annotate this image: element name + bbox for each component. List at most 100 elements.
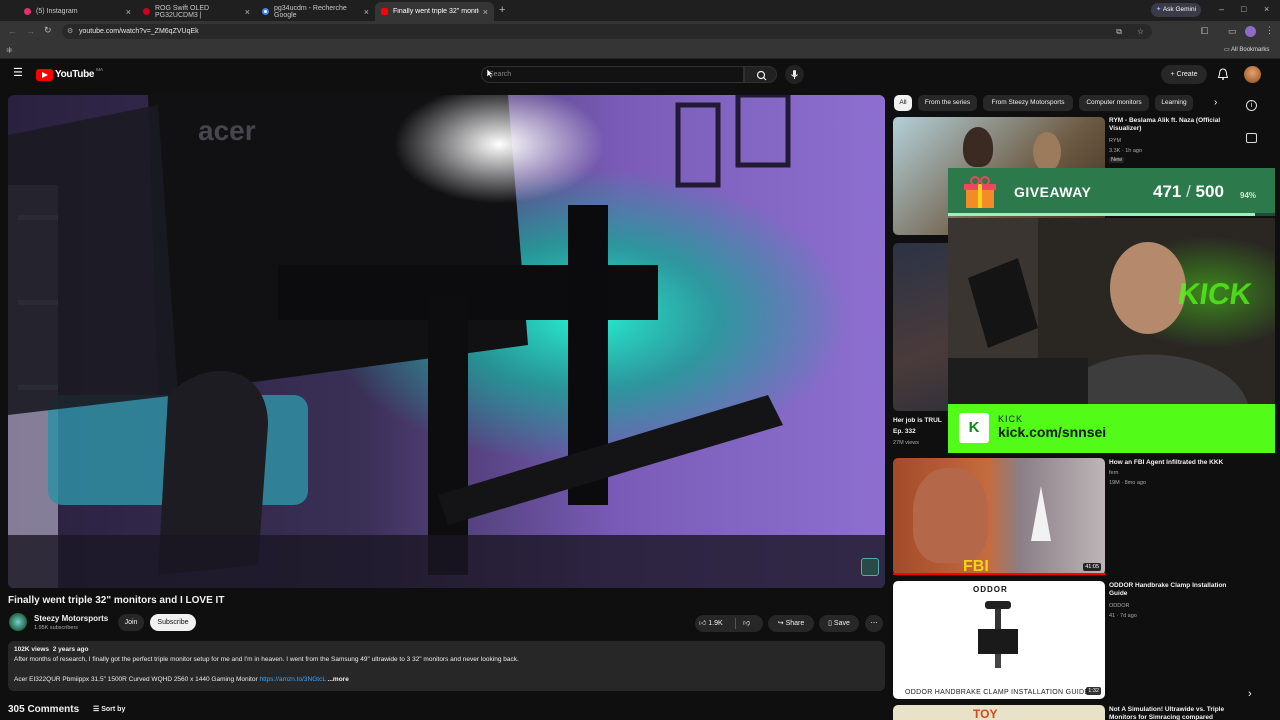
recommended-channel[interactable]: RYM (1109, 138, 1121, 144)
recommended-title[interactable]: Her job is TRUL (893, 417, 953, 425)
rog-favicon-icon (143, 8, 150, 15)
apps-grid-icon[interactable]: ⁜ (6, 46, 13, 55)
close-tab-icon[interactable]: × (245, 7, 250, 17)
recommended-meta: 27M views (893, 440, 919, 446)
thumbs-up-icon: 👍︎ (699, 620, 709, 627)
channel-name[interactable]: Steezy Motorsports (34, 614, 108, 623)
recommended-thumbnail[interactable]: FBI 41:05 (893, 458, 1105, 575)
like-button[interactable]: 👍︎ 1.9K (699, 620, 723, 627)
streamer-webcam-overlay: KICK (948, 218, 1275, 404)
close-tab-icon[interactable]: × (364, 7, 369, 17)
thumbnail-figure (1033, 132, 1061, 172)
reload-icon[interactable]: ↻ (44, 26, 52, 35)
microphone-icon (791, 70, 798, 79)
tab-label: pg34ucdm - Recherche Google (274, 4, 347, 19)
show-more-link[interactable]: ...more (328, 676, 349, 683)
recommended-channel[interactable]: fern (1109, 470, 1118, 476)
recommended-title[interactable]: Not A Simulation! Ultrawide vs. Triple M… (1109, 706, 1229, 720)
hamburger-menu-icon[interactable]: ☰ (13, 68, 23, 79)
forward-icon[interactable]: → (26, 27, 35, 36)
user-avatar[interactable] (1244, 66, 1261, 83)
channel-avatar[interactable] (9, 613, 27, 631)
address-bar[interactable]: ⚙ youtube.com/watch?v=_ZM6qZVUqEk ⧉ ☆ (62, 24, 1152, 39)
cast-icon[interactable]: ▭ (1228, 27, 1237, 36)
close-tab-icon[interactable]: × (126, 7, 131, 17)
sort-by-button[interactable]: ☰ Sort by (93, 705, 125, 713)
recommended-thumbnail[interactable]: TOY (893, 705, 1105, 720)
create-button[interactable]: + Create (1161, 65, 1207, 84)
all-bookmarks-button[interactable]: ▭ All Bookmarks (1224, 46, 1269, 53)
site-info-icon[interactable]: ⚙ (67, 24, 73, 39)
save-button[interactable]: ▯ Save (819, 615, 859, 632)
thumbnail-face (913, 468, 988, 563)
mouse-cursor-icon (487, 69, 493, 78)
voice-search-button[interactable] (785, 65, 804, 84)
recommended-meta: 3.3K · 1h ago (1109, 148, 1143, 154)
kick-banner-overlay: K KICK kick.com/snnsei (948, 404, 1275, 453)
ask-gemini-button[interactable]: ✦ Ask Gemini (1151, 3, 1201, 17)
tab-rog-swift[interactable]: ROG Swift OLED PG32UCDM3 | × (137, 2, 256, 21)
country-code: MA (96, 67, 103, 72)
close-tab-icon[interactable]: × (483, 7, 488, 17)
more-actions-button[interactable]: ⋯ (865, 615, 883, 632)
thumbnail-caption: ODDOR HANDBRAKE CLAMP INSTALLATION GUIDE (905, 689, 1090, 696)
install-app-icon[interactable]: ⧉ (1116, 24, 1122, 39)
info-icon[interactable]: i (1246, 100, 1257, 111)
chip-from-series[interactable]: From the series (918, 95, 977, 111)
recommended-thumbnail[interactable]: ODDOR ODDOR HANDBRAKE CLAMP INSTALLATION… (893, 581, 1105, 699)
new-badge: New (1109, 157, 1125, 163)
chip-from-steezy[interactable]: From Steezy Motorsports (983, 95, 1073, 111)
chip-label: From Steezy Motorsports (991, 99, 1065, 106)
duration-badge: 41:05 (1083, 563, 1101, 571)
notifications-bell-icon[interactable] (1217, 68, 1229, 81)
join-button[interactable]: Join (118, 614, 144, 631)
share-label: Share (785, 620, 805, 627)
new-tab-icon[interactable]: + (499, 5, 505, 16)
chip-label: Computer monitors (1086, 99, 1142, 106)
close-window-icon[interactable]: × (1264, 5, 1269, 14)
share-button[interactable]: ↪ Share (768, 615, 814, 632)
giveaway-percent: 94% (1240, 191, 1257, 200)
subscribe-label: Subscribe (157, 619, 189, 626)
sidebar-scroll-next-icon[interactable]: › (1248, 688, 1252, 700)
chat-icon[interactable] (1246, 133, 1257, 143)
tab-label: (5) Instagram (36, 8, 78, 15)
chip-computer-monitors[interactable]: Computer monitors (1079, 95, 1149, 111)
description-stats: 102K views 2 years ago (14, 646, 88, 653)
view-count: 102K views (14, 646, 50, 653)
recommended-title[interactable]: How an FBI Agent Infiltrated the KKK (1109, 459, 1229, 467)
tab-label: ROG Swift OLED PG32UCDM3 | (155, 4, 210, 19)
recommended-title[interactable]: RYM - Beslama Alik ft. Naza (Official Vi… (1109, 117, 1229, 133)
dislike-button[interactable]: 👎︎ (743, 615, 750, 632)
minimize-icon[interactable]: – (1219, 5, 1224, 14)
instagram-favicon-icon (24, 8, 31, 15)
recommended-channel[interactable]: ODDOR (1109, 603, 1129, 609)
profile-avatar[interactable] (1245, 26, 1256, 37)
description-box[interactable]: 102K views 2 years ago After months of r… (8, 641, 885, 691)
chip-all[interactable]: All (894, 95, 912, 111)
youtube-play-logo-icon (36, 68, 53, 81)
tab-google-search[interactable]: pg34ucdm - Recherche Google × (256, 2, 375, 21)
tab-instagram[interactable]: (5) Instagram × (18, 2, 137, 21)
kick-url: kick.com/snnsei (998, 424, 1107, 440)
affiliate-link[interactable]: https://amzn.to/3NGtcL (259, 676, 325, 683)
youtube-logo[interactable]: YouTube MA (36, 67, 103, 81)
tab-youtube-active[interactable]: Finally went triple 32" monitors × (375, 2, 494, 21)
chrome-menu-icon[interactable]: ⋮ (1265, 26, 1274, 35)
chip-learning[interactable]: Learning (1155, 95, 1193, 111)
thumbnail-brand: ODDOR (973, 585, 1008, 594)
channel-watermark-icon[interactable] (861, 558, 879, 576)
extensions-icon[interactable]: ⧠ (1201, 27, 1208, 36)
chips-next-icon[interactable]: › (1214, 97, 1217, 108)
search-button[interactable] (744, 66, 777, 83)
search-input[interactable]: Search (481, 66, 744, 83)
maximize-icon[interactable]: □ (1241, 5, 1246, 14)
video-player[interactable]: acer (8, 95, 885, 588)
description-text: After months of research, I finally got … (14, 656, 519, 663)
bookmark-star-icon[interactable]: ☆ (1137, 24, 1144, 39)
recommended-title[interactable]: ODDOR Handbrake Clamp Installation Guide (1109, 582, 1229, 598)
subscribe-button[interactable]: Subscribe (150, 614, 196, 631)
chip-label: All (899, 99, 907, 106)
back-icon[interactable]: ← (8, 27, 17, 36)
url-text: youtube.com/watch?v=_ZM6qZVUqEk (79, 28, 199, 35)
